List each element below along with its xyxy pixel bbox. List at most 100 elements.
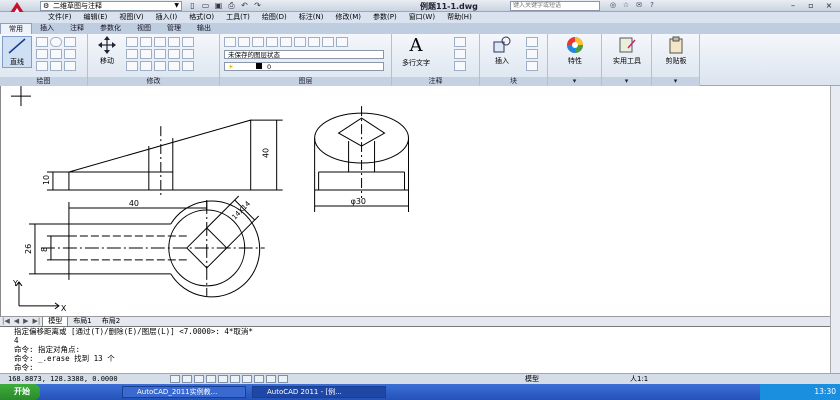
lwt-toggle[interactable] <box>266 375 276 383</box>
panel-utilities-title[interactable]: ▾ <box>602 77 651 86</box>
break-icon[interactable] <box>182 49 194 59</box>
trim-icon[interactable] <box>140 37 152 47</box>
tab-insert[interactable]: 插入 <box>32 23 62 34</box>
tab-layout2[interactable]: 布局2 <box>97 317 125 326</box>
menu-help[interactable]: 帮助(H) <box>441 12 478 23</box>
save-icon[interactable]: ▣ <box>214 1 223 10</box>
tab-home[interactable]: 常用 <box>0 23 32 34</box>
scale-icon[interactable] <box>140 61 152 71</box>
layer-state-dropdown[interactable]: 未保存的图层状态 <box>224 50 384 59</box>
circle-icon[interactable] <box>50 37 62 47</box>
maximize-icon[interactable]: ▫ <box>802 0 820 11</box>
leader-icon[interactable] <box>454 49 466 59</box>
line-button[interactable]: 直线 <box>2 36 32 68</box>
new-icon[interactable]: ▯ <box>188 1 197 10</box>
vertical-scrollbar[interactable] <box>830 86 840 326</box>
menu-parametric[interactable]: 参数(P) <box>367 12 403 23</box>
tab-model[interactable]: 模型 <box>42 316 69 327</box>
menu-draw[interactable]: 绘图(D) <box>256 12 293 23</box>
layer-match-icon[interactable] <box>294 37 306 47</box>
hatch-icon[interactable] <box>50 49 62 59</box>
open-icon[interactable]: ▭ <box>201 1 210 10</box>
explode-icon[interactable] <box>168 37 180 47</box>
panel-properties-title[interactable]: ▾ <box>548 77 601 86</box>
panel-layers-title[interactable]: 图层 <box>220 77 391 86</box>
edit-attributes-icon[interactable] <box>526 61 538 71</box>
snap-toggle[interactable] <box>170 375 180 383</box>
redo-icon[interactable]: ↷ <box>253 1 262 10</box>
osnap-toggle[interactable] <box>218 375 228 383</box>
menu-format[interactable]: 格式(O) <box>183 12 220 23</box>
table-icon[interactable] <box>454 61 466 71</box>
undo-icon[interactable]: ↶ <box>240 1 249 10</box>
layer-properties-icon[interactable] <box>224 37 236 47</box>
panel-block-title[interactable]: 块 <box>480 77 547 86</box>
layer-dropdown[interactable]: ☀ 0 <box>224 62 384 71</box>
tab-layout1[interactable]: 布局1 <box>68 317 96 326</box>
qp-toggle[interactable] <box>278 375 288 383</box>
gradient-icon[interactable] <box>64 49 76 59</box>
workspace-dropdown[interactable]: ⚙ 二维草图与注释 ▼ <box>40 1 182 11</box>
next-tab-icon[interactable]: ▶ <box>21 317 30 326</box>
menu-edit[interactable]: 编辑(E) <box>78 12 114 23</box>
clipboard-button[interactable]: 剪贴板 <box>654 36 698 66</box>
dyn-toggle[interactable] <box>254 375 264 383</box>
copy-icon[interactable] <box>126 49 138 59</box>
stretch-icon[interactable] <box>126 61 138 71</box>
panel-clipboard-title[interactable]: ▾ <box>652 77 699 86</box>
ellipse-icon[interactable] <box>36 61 48 71</box>
command-line[interactable]: 指定偏移距离或 [通过(T)/删除(E)/图层(L)] <7.0000>: 4*… <box>0 326 830 373</box>
search-input[interactable]: 键入关键字或短语 <box>510 1 600 11</box>
menu-insert[interactable]: 插入(I) <box>150 12 184 23</box>
layer-lock-icon[interactable] <box>280 37 292 47</box>
close-icon[interactable]: × <box>820 0 838 11</box>
insert-button[interactable]: 插入 <box>484 36 520 66</box>
layer-previous-icon[interactable] <box>308 37 320 47</box>
rotate-icon[interactable] <box>126 37 138 47</box>
panel-draw-title[interactable]: 绘图 <box>0 77 87 86</box>
utilities-button[interactable]: 实用工具 <box>604 36 650 66</box>
task-tutorial[interactable]: AutoCAD_2011实例教... <box>122 386 246 398</box>
clock[interactable]: 13:30 <box>814 387 836 396</box>
tab-view[interactable]: 视图 <box>129 23 159 34</box>
subscription-icon[interactable]: ☆ <box>621 1 631 10</box>
polar-toggle[interactable] <box>206 375 216 383</box>
start-button[interactable]: 开始 <box>0 384 40 400</box>
layer-off-icon[interactable] <box>238 37 250 47</box>
join-icon[interactable] <box>154 61 166 71</box>
tab-annotate[interactable]: 注释 <box>62 23 92 34</box>
menu-modify[interactable]: 修改(M) <box>329 12 367 23</box>
chamfer-icon[interactable] <box>168 61 180 71</box>
offset-icon[interactable] <box>182 37 194 47</box>
menu-dimension[interactable]: 标注(N) <box>293 12 330 23</box>
array-icon[interactable] <box>168 49 180 59</box>
task-autocad[interactable]: AutoCAD 2011 - [例... <box>252 386 386 398</box>
edit-block-icon[interactable] <box>526 49 538 59</box>
arc-icon[interactable] <box>64 37 76 47</box>
layer-freeze-icon[interactable] <box>266 37 278 47</box>
linear-dimension-icon[interactable] <box>454 37 466 47</box>
command-scrollbar[interactable] <box>830 326 840 373</box>
menu-tools[interactable]: 工具(T) <box>220 12 256 23</box>
polyline-icon[interactable] <box>36 37 48 47</box>
binoculars-icon[interactable]: ◎ <box>608 1 618 10</box>
minimize-icon[interactable]: – <box>784 0 802 11</box>
layer-walk-icon[interactable] <box>322 37 334 47</box>
spline-icon[interactable] <box>50 61 62 71</box>
help-icon[interactable]: ? <box>647 1 657 10</box>
last-tab-icon[interactable]: ▶| <box>31 317 43 326</box>
lengthen-icon[interactable] <box>182 61 194 71</box>
tab-manage[interactable]: 管理 <box>159 23 189 34</box>
move-button[interactable]: 移动 <box>92 36 122 66</box>
fillet-icon[interactable] <box>154 49 166 59</box>
communication-icon[interactable]: ✉ <box>634 1 644 10</box>
mtext-button[interactable]: A 多行文字 <box>396 36 436 68</box>
erase-icon[interactable] <box>154 37 166 47</box>
menu-view[interactable]: 视图(V) <box>113 12 149 23</box>
layer-merge-icon[interactable] <box>336 37 348 47</box>
ortho-toggle[interactable] <box>194 375 204 383</box>
menu-window[interactable]: 窗口(W) <box>403 12 441 23</box>
panel-annotation-title[interactable]: 注释 <box>392 77 479 86</box>
mirror-icon[interactable] <box>140 49 152 59</box>
panel-modify-title[interactable]: 修改 <box>88 77 219 86</box>
